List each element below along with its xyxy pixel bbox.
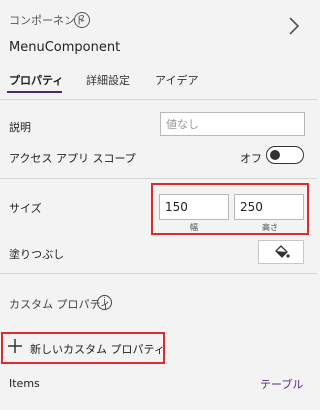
component-name: MenuComponent [9, 40, 121, 55]
custom-property-name[interactable]: Items [9, 377, 40, 390]
new-custom-property-button[interactable]: 新しいカスタム プロパティ [30, 341, 165, 357]
divider [0, 273, 317, 274]
size-label: サイズ [9, 202, 42, 215]
description-placeholder: 値なし [166, 118, 199, 131]
help-icon[interactable]: ? [74, 12, 90, 28]
divider [0, 178, 317, 179]
tab-selected-indicator [7, 91, 62, 93]
tab-advanced[interactable]: 詳細設定 [86, 72, 130, 88]
height-caption: 高さ [262, 223, 278, 232]
fill-color-button[interactable] [258, 240, 304, 264]
paint-bucket-icon [275, 245, 290, 258]
toggle-knob [270, 150, 280, 160]
tab-ideas[interactable]: アイデア [155, 72, 198, 88]
fill-label: 塗りつぶし [9, 248, 65, 261]
size-width-input[interactable]: 150 [159, 194, 229, 220]
toggle-state-label: オフ [240, 152, 262, 165]
description-input[interactable]: 値なし [160, 112, 305, 136]
description-label: 説明 [9, 121, 31, 134]
width-caption: 幅 [190, 223, 198, 232]
tab-properties[interactable]: プロパティ [9, 72, 63, 88]
custom-property-type-link[interactable]: テーブル [260, 376, 303, 392]
size-height-input[interactable]: 250 [234, 194, 304, 220]
custom-properties-label: カスタム プロパティ [9, 298, 111, 311]
divider [0, 99, 317, 100]
access-app-scope-label: アクセス アプリ スコープ [9, 152, 136, 165]
info-icon[interactable]: i [97, 295, 112, 310]
plus-icon[interactable] [7, 338, 23, 354]
chevron-right-icon[interactable] [287, 16, 301, 36]
